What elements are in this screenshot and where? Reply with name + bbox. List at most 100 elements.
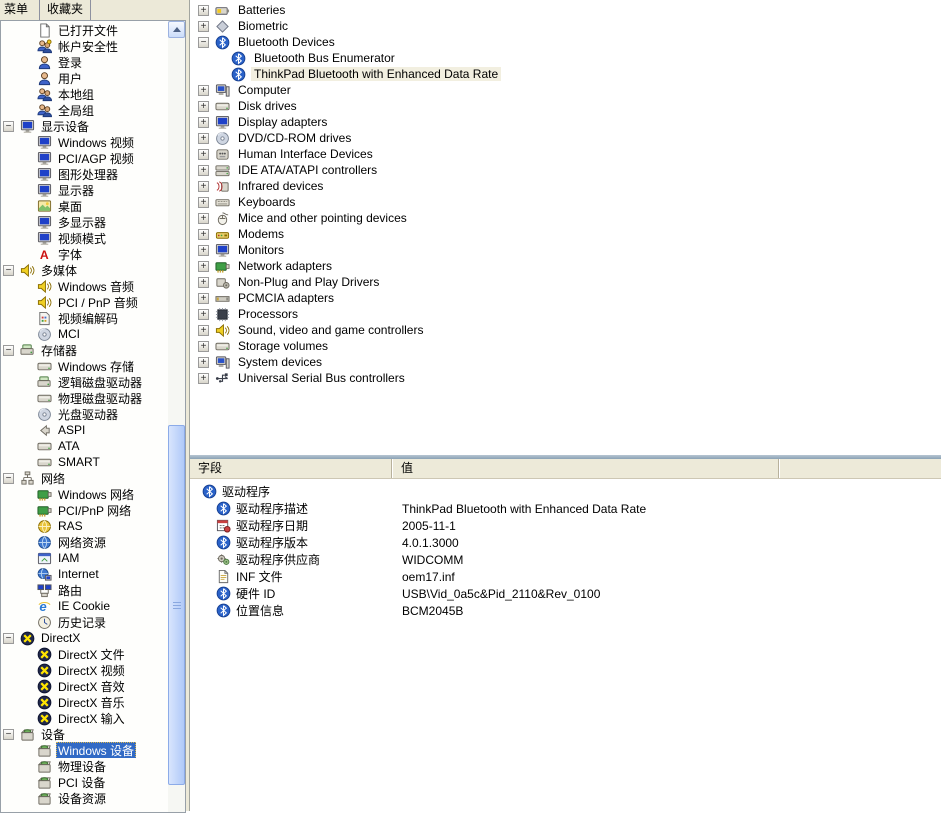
expand-icon[interactable]: + bbox=[198, 117, 209, 128]
sidebar-scrollbar[interactable] bbox=[168, 21, 185, 812]
collapse-icon[interactable]: − bbox=[3, 633, 14, 644]
expand-icon[interactable]: + bbox=[198, 213, 209, 224]
sidebar-tree-item[interactable]: 图形处理器 bbox=[1, 166, 167, 182]
sidebar-tree-item[interactable]: ATA bbox=[1, 438, 167, 454]
sidebar-tree-item[interactable]: Windows 视频 bbox=[1, 134, 167, 150]
expand-icon[interactable]: + bbox=[198, 149, 209, 160]
sidebar-tree-item[interactable]: PCI 设备 bbox=[1, 774, 167, 790]
expand-icon[interactable]: + bbox=[198, 133, 209, 144]
device-tree-item[interactable]: +DVD/CD-ROM drives bbox=[190, 130, 941, 146]
collapse-icon[interactable]: − bbox=[3, 121, 14, 132]
collapse-icon[interactable]: − bbox=[3, 345, 14, 356]
device-tree-item[interactable]: +Biometric bbox=[190, 18, 941, 34]
sidebar-tree-item[interactable]: IAM bbox=[1, 550, 167, 566]
sidebar-tree-item[interactable]: 多显示器 bbox=[1, 214, 167, 230]
device-tree-item[interactable]: +IDE ATA/ATAPI controllers bbox=[190, 162, 941, 178]
sidebar-tree-item[interactable]: DirectX 音乐 bbox=[1, 694, 167, 710]
property-row[interactable]: 硬件 IDUSB\Vid_0a5c&Pid_2110&Rev_0100 bbox=[190, 585, 941, 602]
device-tree-item[interactable]: +Non-Plug and Play Drivers bbox=[190, 274, 941, 290]
sidebar-tree-item[interactable]: −存储器 bbox=[1, 342, 167, 358]
expand-icon[interactable]: + bbox=[198, 197, 209, 208]
device-tree-item[interactable]: +Storage volumes bbox=[190, 338, 941, 354]
device-tree-item[interactable]: ThinkPad Bluetooth with Enhanced Data Ra… bbox=[190, 66, 941, 82]
sidebar-tree-item[interactable]: 登录 bbox=[1, 54, 167, 70]
device-tree-item[interactable]: −Bluetooth Devices bbox=[190, 34, 941, 50]
sidebar-tree-item[interactable]: 帐户安全性 bbox=[1, 38, 167, 54]
expand-icon[interactable]: + bbox=[198, 229, 209, 240]
sidebar-tree-item[interactable]: −网络 bbox=[1, 470, 167, 486]
sidebar-tree-item[interactable]: 物理设备 bbox=[1, 758, 167, 774]
sidebar-tree-item[interactable]: −设备 bbox=[1, 726, 167, 742]
sidebar-tree-item[interactable]: 用户 bbox=[1, 70, 167, 86]
sidebar-tree-item[interactable]: 视频模式 bbox=[1, 230, 167, 246]
sidebar-tree-item[interactable]: Windows 设备 bbox=[1, 742, 167, 758]
collapse-icon[interactable]: − bbox=[3, 473, 14, 484]
column-header-value[interactable]: 值 bbox=[392, 459, 779, 478]
property-row[interactable]: 驱动程序描述ThinkPad Bluetooth with Enhanced D… bbox=[190, 500, 941, 517]
sidebar-tree-item[interactable]: 视频编解码 bbox=[1, 310, 167, 326]
property-row[interactable]: 驱动程序供应商WIDCOMM bbox=[190, 551, 941, 568]
device-tree-item[interactable]: +Monitors bbox=[190, 242, 941, 258]
sidebar-tree-item[interactable]: 逻辑磁盘驱动器 bbox=[1, 374, 167, 390]
device-tree-item[interactable]: +Batteries bbox=[190, 2, 941, 18]
sidebar-tree-item[interactable]: −DirectX bbox=[1, 630, 167, 646]
expand-icon[interactable]: + bbox=[198, 181, 209, 192]
sidebar-tree-item[interactable]: RAS bbox=[1, 518, 167, 534]
property-row[interactable]: 驱动程序日期2005-11-1 bbox=[190, 517, 941, 534]
device-tree-item[interactable]: +Modems bbox=[190, 226, 941, 242]
column-header-field[interactable]: 字段 bbox=[190, 459, 392, 478]
sidebar-tree-item[interactable]: 本地组 bbox=[1, 86, 167, 102]
expand-icon[interactable]: + bbox=[198, 325, 209, 336]
sidebar-tree-item[interactable]: Internet bbox=[1, 566, 167, 582]
device-tree-item[interactable]: +Network adapters bbox=[190, 258, 941, 274]
expand-icon[interactable]: + bbox=[198, 261, 209, 272]
property-row[interactable]: INF 文件oem17.inf bbox=[190, 568, 941, 585]
sidebar-tree-item[interactable]: 设备资源 bbox=[1, 790, 167, 806]
expand-icon[interactable]: + bbox=[198, 5, 209, 16]
scrollbar-thumb[interactable] bbox=[168, 425, 185, 785]
sidebar-tree-item[interactable]: 历史记录 bbox=[1, 614, 167, 630]
collapse-icon[interactable]: − bbox=[3, 265, 14, 276]
collapse-icon[interactable]: − bbox=[3, 729, 14, 740]
expand-icon[interactable]: + bbox=[198, 357, 209, 368]
expand-icon[interactable]: + bbox=[198, 165, 209, 176]
sidebar-tree-item[interactable]: 显示器 bbox=[1, 182, 167, 198]
expand-icon[interactable]: + bbox=[198, 341, 209, 352]
sidebar-tree-item[interactable]: Windows 音频 bbox=[1, 278, 167, 294]
scrollbar-track[interactable] bbox=[168, 38, 185, 812]
sidebar-tree-item[interactable]: 全局组 bbox=[1, 102, 167, 118]
expand-icon[interactable]: + bbox=[198, 309, 209, 320]
sidebar-tree-item[interactable]: ASPI bbox=[1, 422, 167, 438]
device-tree-item[interactable]: +Infrared devices bbox=[190, 178, 941, 194]
device-tree-item[interactable]: +Keyboards bbox=[190, 194, 941, 210]
sidebar-tree-item[interactable]: 桌面 bbox=[1, 198, 167, 214]
device-tree-item[interactable]: +Display adapters bbox=[190, 114, 941, 130]
sidebar-tree-item[interactable]: SMART bbox=[1, 454, 167, 470]
sidebar-tree-item[interactable]: Windows 存储 bbox=[1, 358, 167, 374]
sidebar-tree-item[interactable]: DirectX 输入 bbox=[1, 710, 167, 726]
sidebar-tree-item[interactable]: DirectX 文件 bbox=[1, 646, 167, 662]
device-tree-item[interactable]: +Human Interface Devices bbox=[190, 146, 941, 162]
device-tree-item[interactable]: +Mice and other pointing devices bbox=[190, 210, 941, 226]
expand-icon[interactable]: + bbox=[198, 277, 209, 288]
sidebar-tree-item[interactable]: PCI / PnP 音频 bbox=[1, 294, 167, 310]
sidebar-tree-item[interactable]: −显示设备 bbox=[1, 118, 167, 134]
sidebar-tree-item[interactable]: −多媒体 bbox=[1, 262, 167, 278]
sidebar-tree-item[interactable]: PCI/AGP 视频 bbox=[1, 150, 167, 166]
sidebar-tree-item[interactable]: 路由 bbox=[1, 582, 167, 598]
sidebar-tree-item[interactable]: PCI/PnP 网络 bbox=[1, 502, 167, 518]
device-tree-item[interactable]: +Sound, video and game controllers bbox=[190, 322, 941, 338]
sidebar-tree-item[interactable]: DirectX 视频 bbox=[1, 662, 167, 678]
expand-icon[interactable]: + bbox=[198, 373, 209, 384]
tab-menu[interactable]: 菜单 bbox=[0, 0, 35, 20]
property-row[interactable]: 位置信息BCM2045B bbox=[190, 602, 941, 619]
sidebar-tree-item[interactable]: Windows 网络 bbox=[1, 486, 167, 502]
column-header-empty[interactable] bbox=[779, 459, 941, 478]
device-tree-item[interactable]: +System devices bbox=[190, 354, 941, 370]
sidebar-tree-item[interactable]: 已打开文件 bbox=[1, 22, 167, 38]
expand-icon[interactable]: + bbox=[198, 293, 209, 304]
device-tree-item[interactable]: +Processors bbox=[190, 306, 941, 322]
device-tree-item[interactable]: Bluetooth Bus Enumerator bbox=[190, 50, 941, 66]
sidebar-tree-item[interactable]: A字体 bbox=[1, 246, 167, 262]
sidebar-tree-item[interactable]: DirectX 音效 bbox=[1, 678, 167, 694]
